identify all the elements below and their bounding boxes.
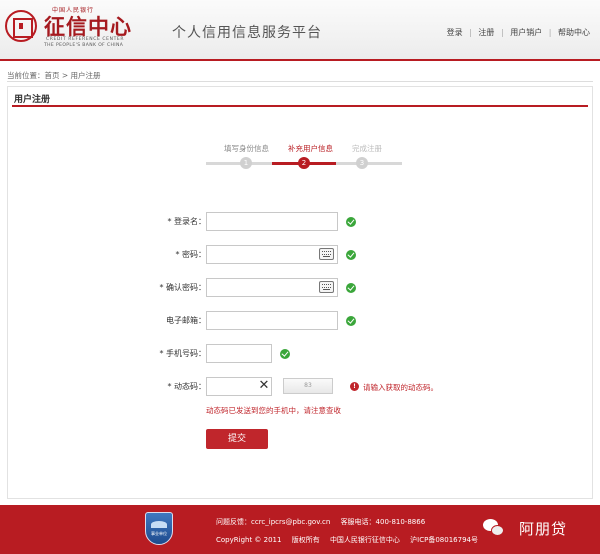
section-title: 用户注册 (14, 95, 51, 105)
step-3-circle: 3 (356, 157, 368, 169)
rights: 版权所有 (291, 536, 320, 544)
check-circle-icon (346, 283, 356, 293)
keyboard-icon[interactable] (319, 248, 334, 260)
footer-copyright: CopyRight © 2011 版权所有 中国人民银行征信中心 沪ICP备08… (216, 535, 486, 545)
owner: 中国人民银行征信中心 (329, 536, 400, 544)
nav-login-link[interactable]: 登录 (447, 27, 463, 38)
nav-separator: | (469, 28, 472, 37)
nav-close-account-link[interactable]: 用户销户 (510, 27, 542, 38)
breadcrumb: 当前位置：首页 > 用户注册 (7, 71, 101, 80)
close-icon[interactable]: ✕ (258, 379, 270, 393)
section-divider (12, 105, 588, 107)
resend-code-button[interactable]: 83 (283, 378, 333, 394)
nav-separator: | (500, 28, 504, 37)
nav-separator: | (548, 28, 552, 37)
password-row: * 密码： (8, 245, 594, 265)
confirm-password-label: * 确认密码： (159, 283, 206, 292)
service-hotline: 客服电话：400-810-8866 (340, 518, 426, 526)
gov-badge-icon[interactable]: 事业单位 (145, 512, 173, 545)
nav-register-link[interactable]: 注册 (478, 27, 494, 38)
wechat-icon (483, 519, 505, 537)
registration-panel: 用户注册 填写身份信息 补充用户信息 完成注册 1 2 3 * 登录名： * 密… (7, 86, 593, 499)
logo-english-line1: CREDIT REFERENCE CENTER (46, 37, 125, 42)
badge-label: 事业单位 (151, 531, 167, 536)
phone-input[interactable] (206, 344, 272, 363)
dynamic-code-error: 请输入获取的动态码。 (363, 383, 438, 392)
login-name-label: * 登录名： (167, 217, 206, 226)
login-name-input[interactable] (206, 212, 338, 231)
feedback-email: 问题反馈：ccrc_ipcrs@pbc.gov.cn (216, 518, 331, 526)
watermark: 阿朋贷 (519, 520, 568, 538)
icp-number: 沪ICP备08016794号 (410, 536, 478, 544)
password-label: * 密码： (175, 250, 206, 259)
email-input[interactable] (206, 311, 338, 330)
dynamic-code-row: * 动态码： ✕ 83 ! 请输入获取的动态码。 (8, 377, 594, 397)
copyright: CopyRight © 2011 (216, 536, 282, 544)
step-3-label: 完成注册 (352, 144, 382, 153)
submit-button[interactable]: 提交 (206, 429, 268, 449)
top-nav: 登录 | 注册 | 用户销户 | 帮助中心 (447, 27, 590, 38)
check-circle-icon (346, 217, 356, 227)
logo-english-line2: THE PEOPLE'S BANK OF CHINA (44, 43, 124, 48)
email-label: 电子邮箱： (166, 316, 206, 325)
check-circle-icon (280, 349, 290, 359)
nav-help-link[interactable]: 帮助中心 (558, 27, 590, 38)
confirm-password-row: * 确认密码： (8, 278, 594, 298)
seal-logo-icon (5, 10, 37, 42)
footer-contact: 问题反馈：ccrc_ipcrs@pbc.gov.cn 客服电话：400-810-… (216, 517, 433, 527)
dynamic-code-label: * 动态码： (167, 382, 206, 391)
step-1-circle: 1 (240, 157, 252, 169)
code-sent-notice: 动态码已发送到您的手机中，请注意查收 (206, 406, 341, 415)
check-circle-icon (346, 250, 356, 260)
site-header: 中国人民银行 征信中心 CREDIT REFERENCE CENTER THE … (0, 0, 600, 61)
step-2-circle: 2 (298, 157, 310, 169)
site-footer: 事业单位 问题反馈：ccrc_ipcrs@pbc.gov.cn 客服电话：400… (0, 505, 600, 554)
step-track (336, 162, 402, 165)
phone-label: * 手机号码： (159, 349, 206, 358)
step-progress: 填写身份信息 补充用户信息 完成注册 1 2 3 (206, 143, 402, 173)
login-name-row: * 登录名： (8, 212, 594, 232)
warning-icon: ! (350, 382, 359, 391)
check-circle-icon (346, 316, 356, 326)
phone-row: * 手机号码： (8, 344, 594, 364)
keyboard-icon[interactable] (319, 281, 334, 293)
email-row: 电子邮箱： (8, 311, 594, 331)
platform-title: 个人信用信息服务平台 (172, 25, 322, 41)
step-1-label: 填写身份信息 (224, 144, 269, 153)
divider (7, 81, 593, 82)
step-2-label: 补充用户信息 (288, 144, 333, 153)
step-track (206, 162, 272, 165)
